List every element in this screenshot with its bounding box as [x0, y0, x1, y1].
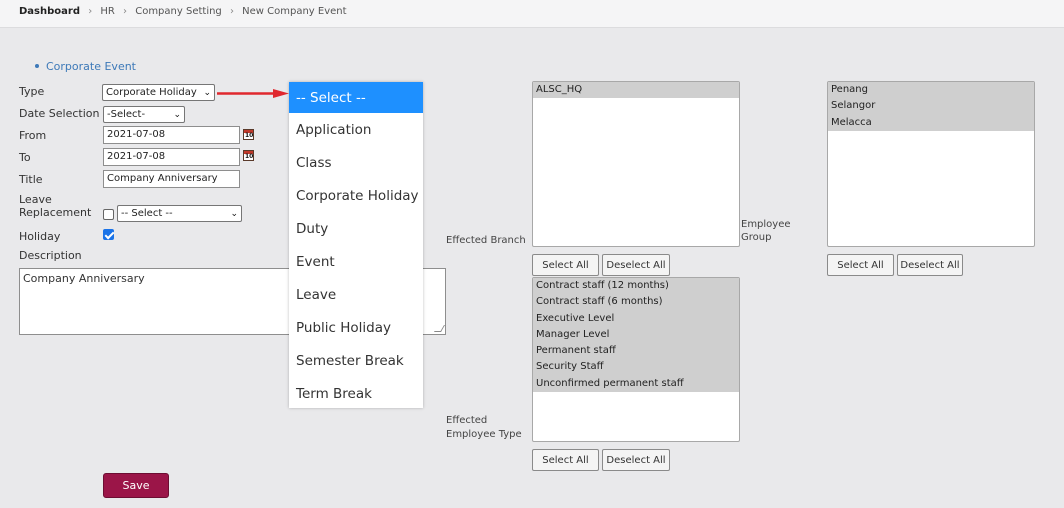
holiday-checkbox[interactable]: [103, 229, 114, 240]
effected-employee-type-label-line2: Employee Type: [446, 429, 522, 440]
leave-replacement-label: Leave Replacement: [19, 193, 91, 219]
effected-employee-type-label-line1: Effected: [446, 415, 488, 426]
title-input[interactable]: Company Anniversary: [103, 170, 240, 188]
breadcrumb-separator-icon: ›: [123, 6, 128, 17]
dropdown-option[interactable]: -- Select --: [289, 82, 423, 113]
title-label: Title: [19, 173, 43, 186]
effected-branch-listbox[interactable]: ALSC_HQ: [532, 81, 740, 247]
breadcrumb-hr[interactable]: HR: [100, 6, 114, 17]
breadcrumb-separator-icon: ›: [229, 6, 234, 17]
leave-replacement-checkbox[interactable]: [103, 209, 114, 220]
corporate-event-label: Corporate Event: [46, 60, 136, 73]
dropdown-option[interactable]: Duty: [289, 212, 423, 245]
breadcrumb-separator-icon: ›: [88, 6, 93, 17]
bullet-icon: [35, 64, 39, 68]
type-select-value: Corporate Holiday: [106, 87, 197, 98]
list-item[interactable]: ALSC_HQ: [533, 82, 739, 99]
list-item[interactable]: Penang: [828, 82, 1034, 99]
employee-group-label-line2: Group: [741, 232, 772, 243]
chevron-down-icon: ⌄: [203, 87, 211, 98]
list-item[interactable]: Executive Level: [533, 310, 739, 327]
annotation-arrow-icon: [217, 89, 289, 98]
dropdown-option[interactable]: Event: [289, 245, 423, 278]
dropdown-option[interactable]: Public Holiday: [289, 311, 423, 344]
holiday-label: Holiday: [19, 230, 61, 243]
description-text: Company Anniversary: [23, 272, 145, 285]
leave-replacement-select[interactable]: -- Select -- ⌄: [117, 205, 242, 222]
list-item[interactable]: Melacca: [828, 114, 1034, 131]
calendar-icon[interactable]: 10: [243, 150, 254, 161]
employee-group-label-line1: Employee: [741, 219, 791, 230]
leave-replacement-label-line2: Replacement: [19, 206, 92, 219]
employee-type-select-all-button[interactable]: Select All: [532, 449, 599, 471]
dropdown-option[interactable]: Semester Break: [289, 344, 423, 377]
to-date-input[interactable]: 2021-07-08: [103, 148, 240, 166]
effected-employee-type-listbox[interactable]: Contract staff (12 months) Contract staf…: [532, 277, 740, 442]
branch-deselect-all-button[interactable]: Deselect All: [602, 254, 670, 276]
list-item[interactable]: Selangor: [828, 98, 1034, 115]
description-label: Description: [19, 249, 82, 262]
branch-select-all-button[interactable]: Select All: [532, 254, 599, 276]
list-item[interactable]: Manager Level: [533, 326, 739, 344]
type-label: Type: [19, 85, 45, 98]
effected-branch-label: Effected Branch: [446, 235, 526, 246]
from-label: From: [19, 129, 47, 142]
leave-replacement-select-value: -- Select --: [121, 208, 173, 219]
breadcrumb-dashboard[interactable]: Dashboard: [19, 6, 80, 17]
employee-type-deselect-all-button[interactable]: Deselect All: [602, 449, 670, 471]
chevron-down-icon: ⌄: [173, 109, 181, 120]
list-item[interactable]: Contract staff (6 months): [533, 294, 739, 311]
chevron-down-icon: ⌄: [230, 208, 238, 219]
dropdown-option[interactable]: Corporate Holiday: [289, 179, 423, 212]
group-deselect-all-button[interactable]: Deselect All: [897, 254, 963, 276]
type-select[interactable]: Corporate Holiday ⌄: [102, 84, 215, 101]
dropdown-option[interactable]: Term Break: [289, 377, 423, 410]
corporate-event-link[interactable]: Corporate Event: [35, 60, 136, 73]
list-item[interactable]: Security Staff: [533, 359, 739, 376]
breadcrumb-company-setting[interactable]: Company Setting: [135, 6, 222, 17]
save-button[interactable]: Save: [103, 473, 169, 498]
group-select-all-button[interactable]: Select All: [827, 254, 894, 276]
date-selection-value: -Select-: [107, 109, 146, 120]
date-selection-label: Date Selection: [19, 107, 100, 120]
list-item[interactable]: Permanent staff: [533, 343, 739, 360]
list-item[interactable]: Contract staff (12 months): [533, 278, 739, 295]
breadcrumb: Dashboard › HR › Company Setting › New C…: [0, 0, 1064, 28]
effected-employee-type-label: Effected Employee Type: [446, 414, 522, 442]
dropdown-option[interactable]: Leave: [289, 278, 423, 311]
resize-handle-icon[interactable]: [433, 325, 446, 332]
type-dropdown-list: -- Select -- Application Class Corporate…: [289, 82, 423, 408]
leave-replacement-label-line1: Leave: [19, 193, 52, 206]
dropdown-option[interactable]: Class: [289, 146, 423, 179]
employee-group-listbox[interactable]: Penang Selangor Melacca: [827, 81, 1035, 247]
list-item[interactable]: Unconfirmed permanent staff: [533, 375, 739, 393]
date-selection-select[interactable]: -Select- ⌄: [103, 106, 185, 123]
dropdown-option[interactable]: Application: [289, 113, 423, 146]
employee-group-label: Employee Group: [741, 218, 791, 244]
to-label: To: [19, 151, 31, 164]
breadcrumb-current: New Company Event: [242, 6, 347, 17]
from-date-input[interactable]: 2021-07-08: [103, 126, 240, 144]
calendar-icon[interactable]: 10: [243, 129, 254, 140]
